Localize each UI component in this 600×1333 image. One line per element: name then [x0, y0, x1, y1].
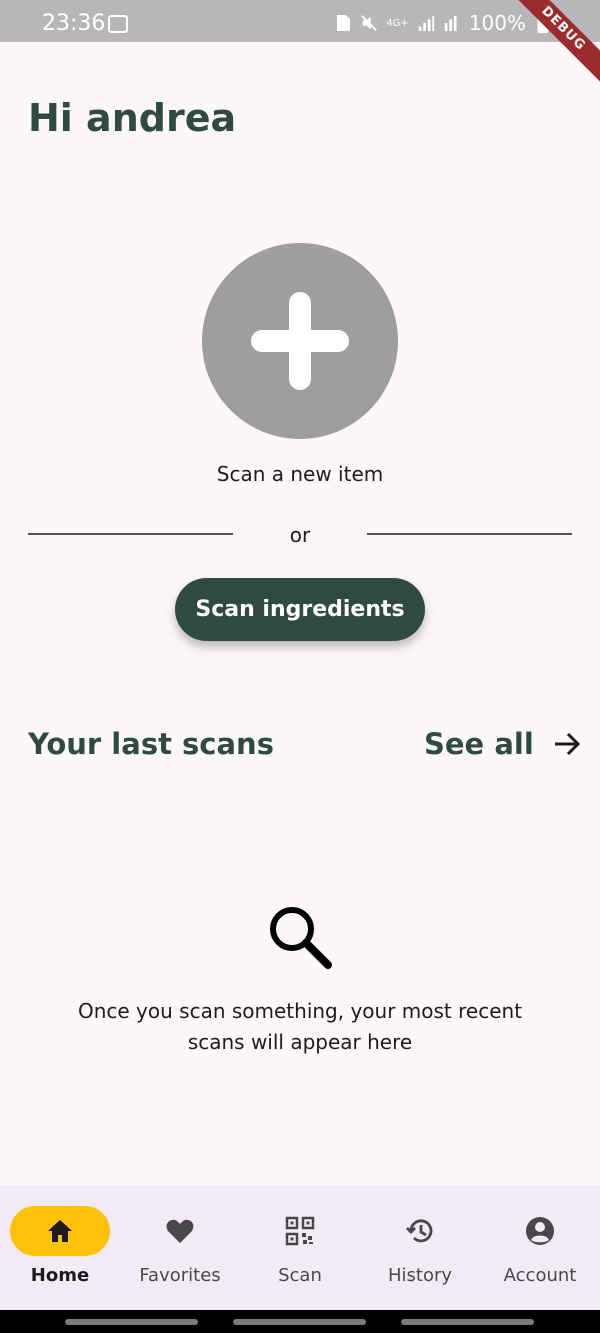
scan-new-item-button[interactable]	[202, 243, 398, 439]
mute-icon	[361, 15, 378, 31]
nav-item-scan[interactable]: Scan	[240, 1185, 360, 1310]
bottom-navigation: Home Favorites Scan History Account	[0, 1185, 600, 1310]
see-all-label: See all	[424, 727, 534, 761]
status-bar: 23:36 4G+ 100% DEBUG	[0, 0, 600, 90]
signal-icon	[418, 15, 434, 32]
battery-percent: 100%	[468, 11, 526, 35]
nav-label-account: Account	[503, 1265, 577, 1286]
gesture-handle-center[interactable]	[233, 1319, 366, 1325]
signal-2-icon	[444, 15, 457, 32]
greeting-title: Hi andrea	[28, 96, 237, 140]
scan-new-item-label: Scan a new item	[216, 462, 384, 486]
last-scans-title: Your last scans	[28, 727, 274, 761]
qr-code-icon	[285, 1216, 315, 1246]
status-icons: 4G+ 100%	[334, 11, 552, 35]
heart-icon	[166, 1219, 194, 1243]
network-type-label: 4G+	[386, 17, 409, 29]
divider-or-label: or	[289, 523, 311, 547]
account-icon	[526, 1217, 554, 1245]
plus-icon-vertical	[289, 292, 311, 390]
arrow-right-icon	[554, 732, 580, 756]
search-icon	[270, 907, 332, 969]
system-navigation-bar	[0, 1310, 600, 1333]
status-time: 23:36	[42, 11, 106, 36]
screen-record-icon	[108, 15, 128, 33]
nav-label-scan: Scan	[278, 1265, 322, 1286]
nav-label-home: Home	[30, 1265, 90, 1286]
gesture-handle-right	[401, 1319, 534, 1325]
home-icon	[48, 1220, 72, 1242]
nav-item-account[interactable]: Account	[480, 1185, 600, 1310]
history-icon	[406, 1219, 433, 1243]
empty-scans-message: Once you scan something, your most recen…	[77, 999, 523, 1054]
divider-right	[367, 533, 572, 535]
gesture-handle-left	[65, 1319, 198, 1325]
nav-item-favorites[interactable]: Favorites	[120, 1185, 240, 1310]
sim-icon	[337, 15, 351, 31]
nav-label-history: History	[387, 1265, 453, 1286]
see-all-link[interactable]: See all	[424, 727, 582, 761]
nav-item-home[interactable]: Home	[0, 1185, 120, 1310]
nav-item-history[interactable]: History	[360, 1185, 480, 1310]
nav-label-favorites: Favorites	[139, 1265, 221, 1286]
scan-ingredients-button[interactable]: Scan ingredients	[175, 578, 425, 641]
